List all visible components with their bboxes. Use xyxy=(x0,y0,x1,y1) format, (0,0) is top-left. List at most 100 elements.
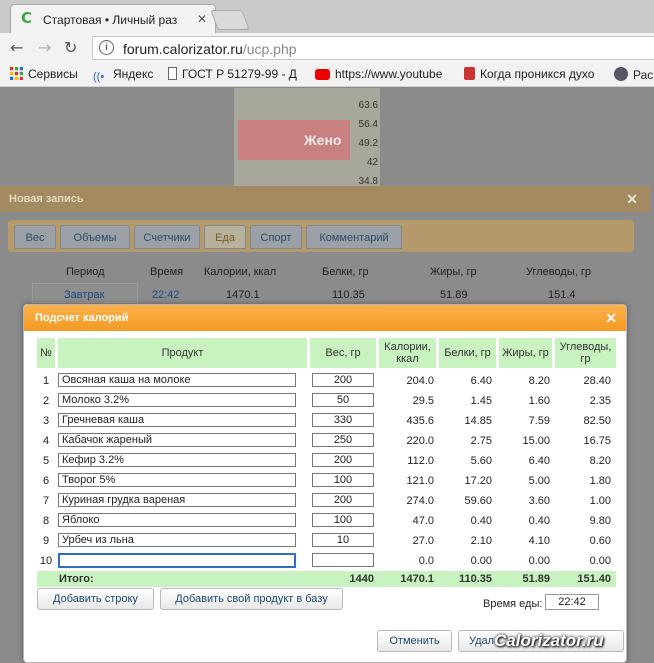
banner-text: Жено xyxy=(304,132,342,148)
total-fat: 51.89 xyxy=(522,573,550,585)
total-row: Итого: 1440 1470.1 110.35 51.89 151.40 xyxy=(37,571,616,587)
row-number: 9 xyxy=(42,535,50,547)
address-bar[interactable]: i forum.calorizator.ru/ucp.php xyxy=(92,36,654,60)
tab-counters[interactable]: Счетчики xyxy=(134,225,200,249)
header-product: Продукт xyxy=(58,338,307,368)
tab-weight[interactable]: Вес xyxy=(14,225,56,249)
protein-value: 59.60 xyxy=(464,495,492,507)
weight-input[interactable]: 330 xyxy=(312,413,374,427)
add-row-button[interactable]: Добавить строку xyxy=(37,588,154,610)
tab-food[interactable]: Еда xyxy=(204,225,246,249)
weight-input[interactable]: 50 xyxy=(312,393,374,407)
weight-input[interactable]: 250 xyxy=(312,433,374,447)
row-time[interactable]: 22:42 xyxy=(152,289,180,301)
protein-value: 14.85 xyxy=(464,415,492,427)
bookmark-services[interactable]: Сервисы xyxy=(10,67,78,81)
product-input[interactable]: Творог 5% xyxy=(58,473,296,487)
product-input[interactable]: Кефир 3.2% xyxy=(58,453,296,467)
weight-input[interactable]: 200 xyxy=(312,453,374,467)
protein-value: 2.10 xyxy=(470,535,492,547)
product-input[interactable]: Яблоко xyxy=(58,513,296,527)
protein-value: 2.75 xyxy=(470,435,492,447)
meal-time-label: Время еды: xyxy=(483,598,543,610)
bookmark-label: ГОСТ Р 51279-99 - Д xyxy=(182,67,297,81)
bookmark-yandex[interactable]: ((• Яндекс xyxy=(93,67,153,84)
protein-value: 17.20 xyxy=(464,475,492,487)
carbs-value: 0.00 xyxy=(589,555,611,567)
new-tab-button[interactable] xyxy=(210,10,250,30)
weight-input[interactable]: 100 xyxy=(312,513,374,527)
bookmark-extra[interactable]: Рас xyxy=(614,67,653,82)
reload-icon[interactable]: ↻ xyxy=(64,38,77,57)
col-carbs: Углеводы, гр xyxy=(526,266,591,278)
table-row: 2 Молоко 3.2% 50 29.5 1.45 1.60 2.35 xyxy=(37,391,616,411)
fat-value: 15.00 xyxy=(522,435,550,447)
row-number: 7 xyxy=(42,495,50,507)
table-row: 8 Яблоко 100 47.0 0.40 0.40 9.80 xyxy=(37,511,616,531)
apps-grid-icon xyxy=(10,67,23,80)
row-number: 10 xyxy=(39,555,53,567)
col-fat: Жиры, гр xyxy=(430,266,477,278)
tab-close-icon[interactable]: ✕ xyxy=(197,12,207,26)
row-number: 8 xyxy=(42,515,50,527)
new-entry-close-icon[interactable]: ✕ xyxy=(626,191,638,208)
header-fat: Жиры, гр xyxy=(499,338,552,368)
product-input[interactable]: Кабачок жареный xyxy=(58,433,296,447)
product-input[interactable]: Молоко 3.2% xyxy=(58,393,296,407)
axis-tick: 63.6 xyxy=(358,100,378,111)
total-carbs: 151.40 xyxy=(577,573,611,585)
period-link[interactable]: Завтрак xyxy=(64,289,104,301)
product-input[interactable]: Гречневая каша xyxy=(58,413,296,427)
entry-tabs: Вес Объемы Счетчики Еда Спорт Комментари… xyxy=(8,220,634,252)
meal-time-input[interactable]: 22:42 xyxy=(545,594,599,610)
carbs-value: 8.20 xyxy=(589,455,611,467)
bookmark-gost[interactable]: ГОСТ Р 51279-99 - Д xyxy=(168,67,297,81)
header-number: № xyxy=(37,338,55,368)
kcal-value: 27.0 xyxy=(412,535,434,547)
fat-value: 0.40 xyxy=(528,515,550,527)
row-number: 3 xyxy=(42,415,50,427)
tab-sport[interactable]: Спорт xyxy=(250,225,302,249)
product-input[interactable]: Овсяная каша на молоке xyxy=(58,373,296,387)
bookmark-article[interactable]: Когда проникся духо xyxy=(464,67,594,81)
document-icon xyxy=(168,67,177,80)
fat-value: 8.20 xyxy=(528,375,550,387)
dialog-close-icon[interactable]: ✕ xyxy=(605,310,617,327)
axis-tick: 42 xyxy=(366,157,378,168)
browser-tab[interactable]: C Стартовая • Личный раз ✕ xyxy=(10,4,216,33)
kcal-value: 220.0 xyxy=(406,435,434,447)
bookmark-label: Сервисы xyxy=(28,67,78,81)
protein-value: 0.00 xyxy=(470,555,492,567)
kcal-value: 121.0 xyxy=(406,475,434,487)
fat-value: 5.00 xyxy=(528,475,550,487)
cancel-button[interactable]: Отменить xyxy=(377,630,452,652)
protein-value: 1.45 xyxy=(470,395,492,407)
kcal-value: 47.0 xyxy=(412,515,434,527)
watermark-logo: Calorizator.ru xyxy=(494,631,604,650)
weight-input[interactable] xyxy=(312,553,374,567)
weight-input[interactable]: 10 xyxy=(312,533,374,547)
back-arrow-icon[interactable]: ← xyxy=(10,38,23,57)
info-icon[interactable]: i xyxy=(99,40,114,55)
forward-arrow-icon[interactable]: → xyxy=(38,38,51,57)
row-number: 2 xyxy=(42,395,50,407)
table-row: 4 Кабачок жареный 250 220.0 2.75 15.00 1… xyxy=(37,431,616,451)
product-input[interactable]: Урбеч из льна xyxy=(58,533,296,547)
total-label: Итого: xyxy=(59,573,94,585)
table-row: 10 0.0 0.00 0.00 0.00 xyxy=(37,551,616,571)
product-input-focused[interactable] xyxy=(58,553,296,568)
calorie-calculator-dialog: Подсчет калорий ✕ № Продукт Вес, гр Кало… xyxy=(23,304,627,663)
carbs-value: 1.80 xyxy=(589,475,611,487)
add-own-product-button[interactable]: Добавить свой продукт в базу xyxy=(160,588,343,610)
header-kcal: Калории, ккал xyxy=(379,338,436,368)
weight-input[interactable]: 200 xyxy=(312,373,374,387)
weight-input[interactable]: 100 xyxy=(312,473,374,487)
tab-comment[interactable]: Комментарий xyxy=(306,225,402,249)
weight-input[interactable]: 200 xyxy=(312,493,374,507)
tab-measurements[interactable]: Объемы xyxy=(60,225,130,249)
product-input[interactable]: Куриная грудка вареная xyxy=(58,493,296,507)
bookmark-label: https://www.youtube xyxy=(335,67,443,81)
browser-toolbar: ← → ↻ i forum.calorizator.ru/ucp.php xyxy=(0,33,654,63)
bookmark-youtube[interactable]: https://www.youtube xyxy=(315,67,442,81)
total-kcal: 1470.1 xyxy=(400,573,434,585)
